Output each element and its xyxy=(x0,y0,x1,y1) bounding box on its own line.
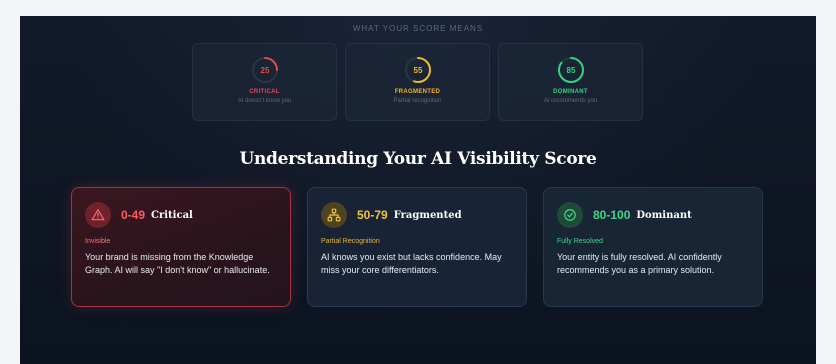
tier-name: Dominant xyxy=(636,209,692,221)
score-label: DOMINANT xyxy=(553,89,588,95)
score-example-dominant: 85 DOMINANT AI recommends you xyxy=(498,43,643,121)
tier-tag: Fully Resolved xyxy=(557,238,603,245)
score-sublabel: AI recommends you xyxy=(543,98,598,104)
section-title: Understanding Your AI Visibility Score xyxy=(239,149,597,169)
score-example-critical: 25 CRITICAL AI doesn't know you xyxy=(192,43,337,121)
score-means-heading: WHAT YOUR SCORE MEANS xyxy=(352,24,484,33)
tier-description: Your brand is missing from the Knowledge… xyxy=(85,252,270,275)
score-value: 25 xyxy=(260,66,269,75)
score-value: 85 xyxy=(566,66,575,75)
tier-card-fragmented: 50-79 Fragmented Partial Recognition AI … xyxy=(307,187,527,307)
tier-range: 0-49 xyxy=(121,208,146,222)
tier-description: Your entity is fully resolved. AI confid… xyxy=(557,252,722,275)
tier-range: 80-100 xyxy=(593,208,631,222)
check-circle-icon xyxy=(557,202,583,228)
tier-card-dominant: 80-100 Dominant Fully Resolved Your enti… xyxy=(543,187,763,307)
score-example-fragmented: 55 FRAGMENTED Partial recognition xyxy=(345,43,490,121)
tier-description: AI knows you exist but lacks confidence.… xyxy=(321,252,502,275)
score-ring-critical: 25 xyxy=(251,57,278,83)
visibility-score-section: WHAT YOUR SCORE MEANS 25 CRITICAL AI doe… xyxy=(20,16,816,364)
warning-icon xyxy=(85,202,111,228)
score-examples-row: 25 CRITICAL AI doesn't know you 55 FRAGM… xyxy=(192,43,643,121)
tier-range: 50-79 xyxy=(357,208,388,222)
score-tier-cards: 0-49 Critical Invisible Your brand is mi… xyxy=(71,187,763,307)
score-ring-fragmented: 55 xyxy=(404,57,431,83)
score-label: CRITICAL xyxy=(249,89,280,95)
score-sublabel: Partial recognition xyxy=(393,98,442,104)
tier-name: Critical xyxy=(151,209,193,221)
tier-tag: Invisible xyxy=(85,238,111,245)
network-icon xyxy=(321,202,347,228)
score-sublabel: AI doesn't know you xyxy=(237,98,292,104)
score-value: 55 xyxy=(413,66,422,75)
score-label: FRAGMENTED xyxy=(394,89,441,95)
tier-card-critical: 0-49 Critical Invisible Your brand is mi… xyxy=(71,187,291,307)
tier-tag: Partial Recognition xyxy=(321,238,380,245)
tier-name: Fragmented xyxy=(393,209,462,221)
score-ring-dominant: 85 xyxy=(557,57,584,83)
